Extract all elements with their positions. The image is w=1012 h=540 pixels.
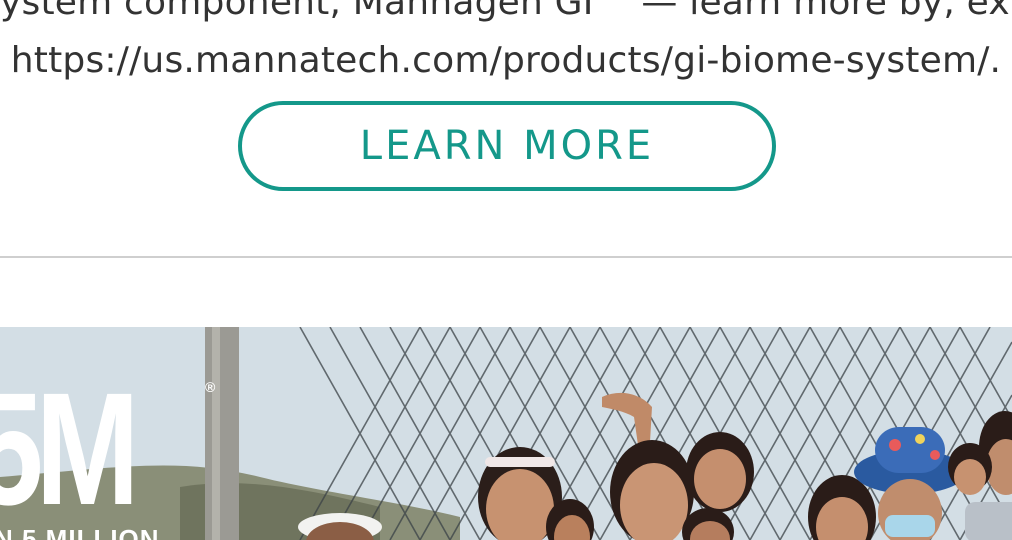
learn-more-button[interactable]: LEARN MORE — [238, 101, 776, 191]
product-description: ystem component, Mannagen GI™ — learn mo… — [0, 0, 1012, 90]
hero-badge-subtext: N 5 MILLION — [0, 524, 160, 540]
hero-image: 5M ® N 5 MILLION — [0, 327, 1012, 540]
product-url[interactable]: https://us.mannatech.com/products/gi-bio… — [0, 32, 1012, 90]
hero-badge-registered: ® — [205, 379, 216, 395]
page: ystem component, Mannagen GI™ — learn mo… — [0, 0, 1012, 540]
section-divider — [0, 256, 1012, 258]
description-partial-line: ystem component, Mannagen GI™ — learn mo… — [0, 0, 1012, 23]
hero-photo-illustration — [0, 327, 1012, 540]
hero-badge-number: 5M — [0, 359, 140, 538]
